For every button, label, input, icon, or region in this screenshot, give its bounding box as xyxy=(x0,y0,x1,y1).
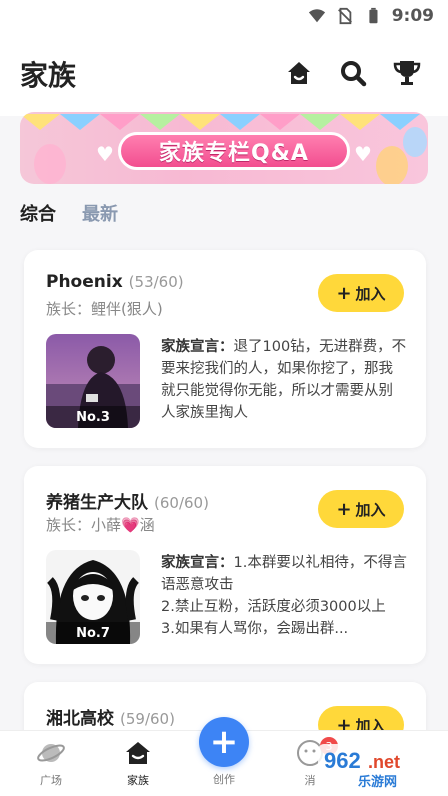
svg-text:.net: .net xyxy=(368,752,400,772)
site-watermark: 962 .net 乐游网 xyxy=(318,744,442,790)
nav-create[interactable]: 创作 xyxy=(194,771,254,787)
family-card[interactable]: Phoenix (53/60) 族长：鲤伴(狠人) + 加入 No.3 家族宣言：退… xyxy=(24,250,426,448)
plus-icon: + xyxy=(209,722,239,762)
nav-plaza[interactable]: 广场 xyxy=(21,737,81,788)
join-button[interactable]: + 加入 xyxy=(318,274,404,312)
family-name: 湘北高校 (59/60) xyxy=(46,704,175,729)
family-declaration: 家族宣言：1.本群要以礼相待，不得言语恶意攻击 2.禁止互粉，活跃度必须3000… xyxy=(161,552,407,640)
family-name-text: 湘北高校 xyxy=(46,709,114,729)
family-name-text: 养猪生产大队 xyxy=(46,493,148,513)
member-count: (53/60) xyxy=(128,273,184,291)
status-bar: 9:09 xyxy=(0,0,448,32)
family-leader: 族长：小薛💗涵 xyxy=(46,516,155,534)
join-label: 加入 xyxy=(355,500,386,519)
nav-label: 创作 xyxy=(213,773,235,786)
battery-icon xyxy=(369,7,378,24)
member-count: (59/60) xyxy=(120,710,175,728)
nav-label: 广场 xyxy=(40,774,62,787)
status-time: 9:09 xyxy=(391,6,434,26)
join-label: 加入 xyxy=(355,284,386,303)
family-leader: 族长：鲤伴(狠人) xyxy=(46,300,163,318)
tab-latest[interactable]: 最新 xyxy=(82,200,118,236)
wifi-icon xyxy=(308,9,325,23)
search-icon xyxy=(341,61,367,87)
rank-badge: No.3 xyxy=(46,406,140,428)
member-count: (60/60) xyxy=(154,494,209,512)
family-name: Phoenix (53/60) xyxy=(46,272,184,292)
planet-icon xyxy=(37,744,65,762)
search-button[interactable] xyxy=(336,56,370,90)
family-name: 养猪生产大队 (60/60) xyxy=(46,488,209,513)
heart-icon: ♥ xyxy=(96,142,114,166)
family-house-icon xyxy=(126,742,150,764)
trophy-icon xyxy=(393,61,421,85)
nav-family[interactable]: 家族 xyxy=(108,737,168,788)
family-name-text: Phoenix xyxy=(46,272,123,292)
declaration-label: 家族宣言： xyxy=(161,555,234,571)
join-button[interactable]: + 加入 xyxy=(318,490,404,528)
plus-icon: + xyxy=(336,282,352,304)
svg-text:962: 962 xyxy=(324,748,361,773)
sim-off-icon xyxy=(337,7,352,25)
banner-title: 家族专栏Q&A xyxy=(118,132,350,170)
family-avatar[interactable]: No.3 xyxy=(46,334,140,428)
family-card[interactable]: 养猪生产大队 (60/60) 族长：小薛💗涵 + 加入 No.7 家族宣言：1.本群… xyxy=(24,466,426,664)
tab-comprehensive[interactable]: 综合 xyxy=(20,200,56,236)
nav-label: 家族 xyxy=(127,774,149,787)
qa-banner[interactable]: ♥ ♥ 家族专栏Q&A xyxy=(20,112,428,184)
home-button[interactable] xyxy=(282,56,316,90)
page-title: 家族 xyxy=(20,59,77,92)
svg-text:乐游网: 乐游网 xyxy=(358,774,397,790)
nav-label: 消 xyxy=(304,774,316,787)
declaration-label: 家族宣言： xyxy=(161,339,234,355)
feed-tabs: 综合 最新 xyxy=(20,200,118,236)
heart-icon: ♥ xyxy=(354,142,372,166)
header: 家族 xyxy=(0,32,448,116)
rank-badge: No.7 xyxy=(46,622,140,644)
home-icon xyxy=(288,62,310,84)
family-declaration: 家族宣言：退了100钻，无进群费，不要来挖我们的人，如果你挖了，那我就只能觉得你… xyxy=(161,336,407,424)
watermark-logo: 962 .net 乐游网 xyxy=(318,744,442,790)
trophy-button[interactable] xyxy=(390,56,424,90)
family-avatar[interactable]: No.7 xyxy=(46,550,140,644)
create-button[interactable]: + xyxy=(199,717,249,767)
plus-icon: + xyxy=(336,498,352,520)
